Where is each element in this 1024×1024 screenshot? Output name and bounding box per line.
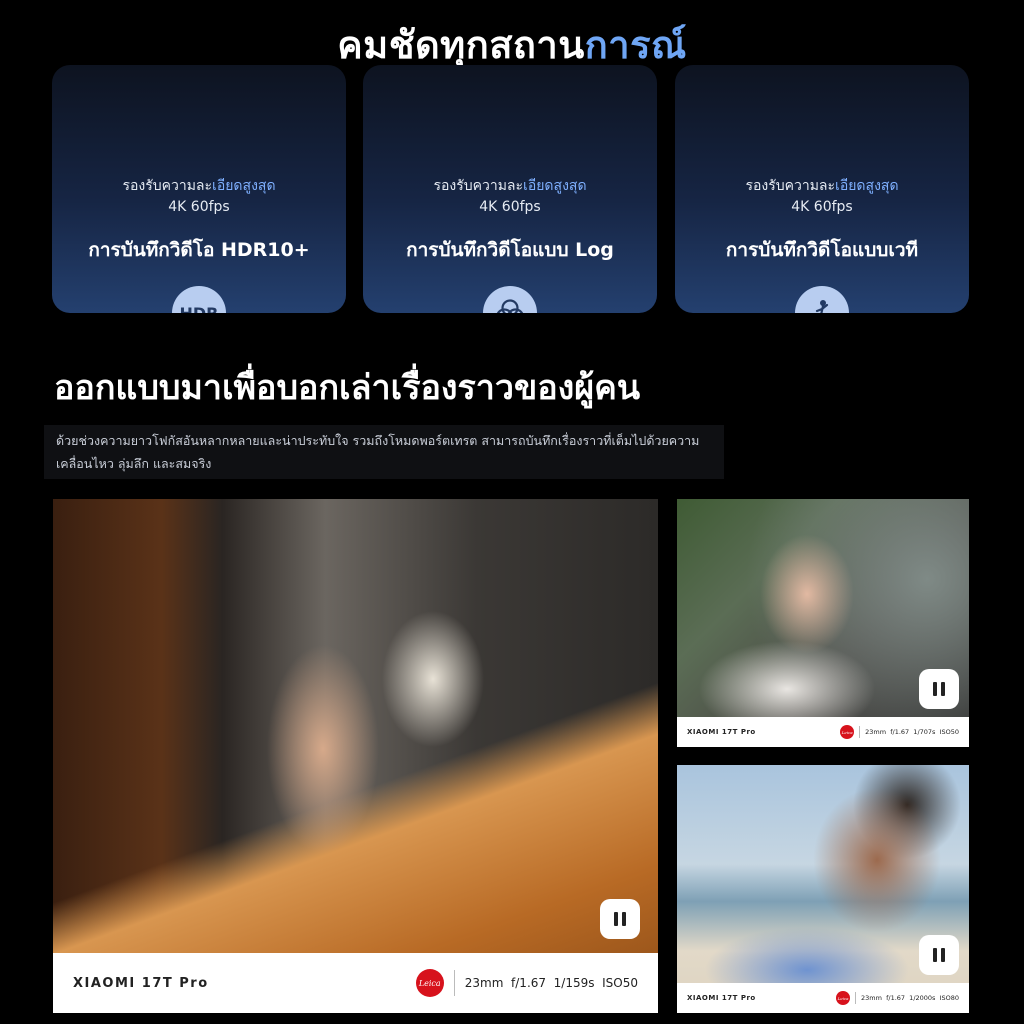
section-description: ด้วยช่วงความยาวโฟกัสอันหลากหลายและน่าประ… <box>44 425 724 479</box>
page-title-accent: การณ์ <box>584 23 687 67</box>
photo-caption: XIAOMI 17T Pro Leica 23mm f/1.67 1/159s … <box>53 953 658 1013</box>
feature-card-stage: รองรับความละเอียดสูงสุด 4K 60fps การบันท… <box>675 65 969 313</box>
card-fps: 4K 60fps <box>791 199 853 215</box>
leica-logo: Leica <box>840 725 855 739</box>
color-circles-icon <box>483 286 537 313</box>
camera-specs: 23mm f/1.67 1/2000s ISO80 <box>861 994 959 1002</box>
hdr-icon: HDR <box>172 286 226 313</box>
card-subtitle: รองรับความละเอียดสูงสุด <box>122 178 276 194</box>
feature-card-hdr: รองรับความละเอียดสูงสุด 4K 60fps การบันท… <box>52 65 346 313</box>
card-fps: 4K 60fps <box>479 199 541 215</box>
pause-button[interactable] <box>600 899 640 939</box>
photo-caption: XIAOMI 17T Pro Leica 23mm f/1.67 1/707s … <box>677 717 969 747</box>
card-title: การบันทึกวิดีโอ HDR10+ <box>88 239 310 261</box>
leica-logo: Leica <box>415 969 444 997</box>
pause-button[interactable] <box>919 669 959 709</box>
page-title-part1: คมชัดทุกสถาน <box>337 23 585 67</box>
brand-label: XIAOMI 17T Pro <box>687 728 756 736</box>
brand-label: XIAOMI 17T Pro <box>73 975 209 991</box>
photo-caption: XIAOMI 17T Pro Leica 23mm f/1.67 1/2000s… <box>677 983 969 1013</box>
card-title: การบันทึกวิดีโอแบบเวที <box>725 239 919 261</box>
leica-logo: Leica <box>836 991 851 1005</box>
card-title: การบันทึกวิดีโอแบบ Log <box>406 239 614 261</box>
camera-specs: 23mm f/1.67 1/159s ISO50 <box>464 976 638 990</box>
camera-specs: 23mm f/1.67 1/707s ISO50 <box>865 728 959 736</box>
brand-label: XIAOMI 17T Pro <box>687 994 756 1002</box>
card-subtitle: รองรับความละเอียดสูงสุด <box>433 178 587 194</box>
kitchen-photo-sample: XIAOMI 17T Pro Leica 23mm f/1.67 1/159s … <box>53 499 658 1013</box>
car-window-photo-sample: XIAOMI 17T Pro Leica 23mm f/1.67 1/707s … <box>677 499 969 747</box>
pause-button[interactable] <box>919 935 959 975</box>
feature-card-log: รองรับความละเอียดสูงสุด 4K 60fps การบันท… <box>363 65 657 313</box>
card-subtitle: รองรับความละเอียดสูงสุด <box>745 178 899 194</box>
card-fps: 4K 60fps <box>168 199 230 215</box>
section-title: ออกแบบมาเพื่อบอกเล่าเรื่องราวของผู้คน <box>54 368 641 408</box>
beach-portrait-photo-sample: XIAOMI 17T Pro Leica 23mm f/1.67 1/2000s… <box>677 765 969 1013</box>
stage-performer-icon <box>795 286 849 313</box>
